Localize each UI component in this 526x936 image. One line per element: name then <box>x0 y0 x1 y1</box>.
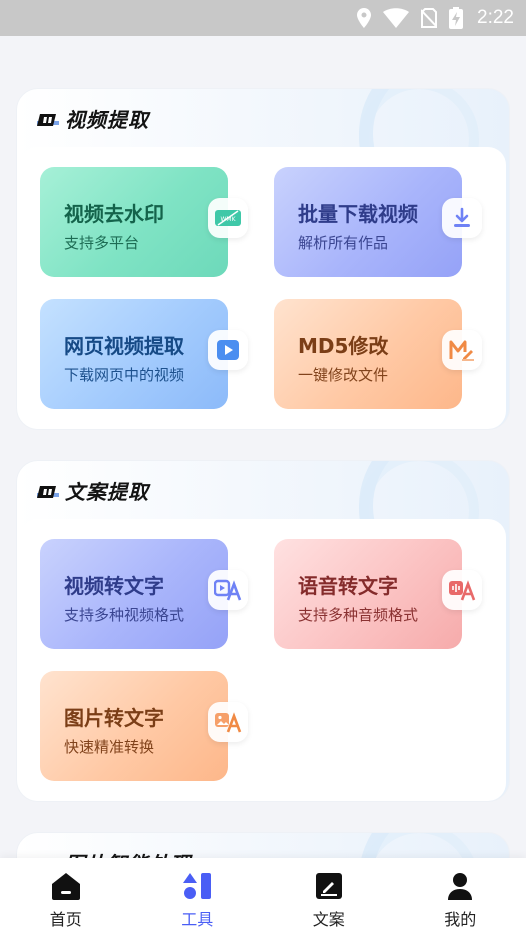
card-subtitle: 支持多种视频格式 <box>64 606 185 624</box>
card-title: 网页视频提取 <box>64 334 184 358</box>
card-audio-to-text[interactable]: 语音转文字 支持多种音频格式 <box>274 539 482 649</box>
nav-profile[interactable]: 我的 <box>395 858 526 936</box>
section-logo-icon <box>37 483 59 498</box>
card-batch-download[interactable]: 批量下载视频 解析所有作品 <box>274 167 482 277</box>
download-icon <box>442 198 482 238</box>
section-logo-icon <box>37 111 59 126</box>
home-icon <box>51 873 80 900</box>
card-subtitle: 下载网页中的视频 <box>64 366 185 384</box>
section-video-extract: 视频提取 视频去水印 支持多平台 WMK 批量下载视频 解析所有作品 网页视频提… <box>16 88 510 430</box>
card-title: MD5修改 <box>298 334 389 358</box>
card-subtitle: 快速精准转换 <box>64 738 155 756</box>
tools-scroll-area[interactable]: 视频提取 视频去水印 支持多平台 WMK 批量下载视频 解析所有作品 网页视频提… <box>0 36 526 858</box>
nav-label: 我的 <box>444 910 477 929</box>
status-bar: 2:22 <box>0 0 526 36</box>
section-title: 图片智能处理 <box>65 848 191 859</box>
card-title: 视频去水印 <box>64 202 164 226</box>
bottom-nav: 首页 工具 文案 我的 <box>0 858 526 936</box>
location-icon <box>357 8 372 28</box>
section-title: 视频提取 <box>65 107 149 132</box>
section-logo-icon <box>37 855 59 858</box>
profile-icon <box>448 873 473 900</box>
section-copy-extract: 文案提取 视频转文字 支持多种视频格式 语音转文字 支持多种音频格式 图片转文字… <box>16 460 510 802</box>
tools-icon <box>183 873 212 899</box>
section-cards: 视频去水印 支持多平台 WMK 批量下载视频 解析所有作品 网页视频提取 下载网… <box>20 147 506 429</box>
md5-edit-icon <box>442 330 482 370</box>
card-title: 批量下载视频 <box>298 202 418 226</box>
card-subtitle: 支持多种音频格式 <box>298 606 419 624</box>
card-title: 视频转文字 <box>64 574 164 598</box>
nav-label: 首页 <box>49 910 82 929</box>
card-video-to-text[interactable]: 视频转文字 支持多种视频格式 <box>40 539 248 649</box>
nav-notes[interactable]: 文案 <box>263 858 395 936</box>
nav-label: 工具 <box>181 910 214 929</box>
card-image-to-text[interactable]: 图片转文字 快速精准转换 <box>40 671 248 781</box>
remove-watermark-icon: WMK <box>208 198 248 238</box>
card-md5-edit[interactable]: MD5修改 一键修改文件 <box>274 299 482 409</box>
battery-charging-icon <box>449 7 464 29</box>
card-remove-watermark[interactable]: 视频去水印 支持多平台 WMK <box>40 167 248 277</box>
nav-tools[interactable]: 工具 <box>132 858 264 936</box>
wifi-icon <box>383 8 410 28</box>
no-sim-icon <box>421 8 438 28</box>
card-subtitle: 解析所有作品 <box>298 234 389 252</box>
nav-label: 文案 <box>312 910 345 929</box>
section-header: 视频提取 <box>17 89 509 147</box>
video-to-text-icon <box>208 570 248 610</box>
audio-to-text-icon <box>442 570 482 610</box>
card-subtitle: 一键修改文件 <box>298 366 389 384</box>
card-title: 语音转文字 <box>298 574 398 598</box>
section-image-ai: 图片智能处理 <box>16 832 510 858</box>
play-icon <box>208 330 248 370</box>
card-title: 图片转文字 <box>64 706 164 730</box>
nav-home[interactable]: 首页 <box>0 858 132 936</box>
section-title: 文案提取 <box>65 479 149 504</box>
section-cards: 视频转文字 支持多种视频格式 语音转文字 支持多种音频格式 图片转文字 快速精准… <box>20 519 506 801</box>
notes-icon <box>315 873 342 899</box>
card-subtitle: 支持多平台 <box>64 234 140 252</box>
section-header: 文案提取 <box>17 461 509 519</box>
image-to-text-icon <box>208 702 248 742</box>
card-web-video-extract[interactable]: 网页视频提取 下载网页中的视频 <box>40 299 248 409</box>
status-time: 2:22 <box>477 7 514 28</box>
section-header: 图片智能处理 <box>17 833 509 858</box>
